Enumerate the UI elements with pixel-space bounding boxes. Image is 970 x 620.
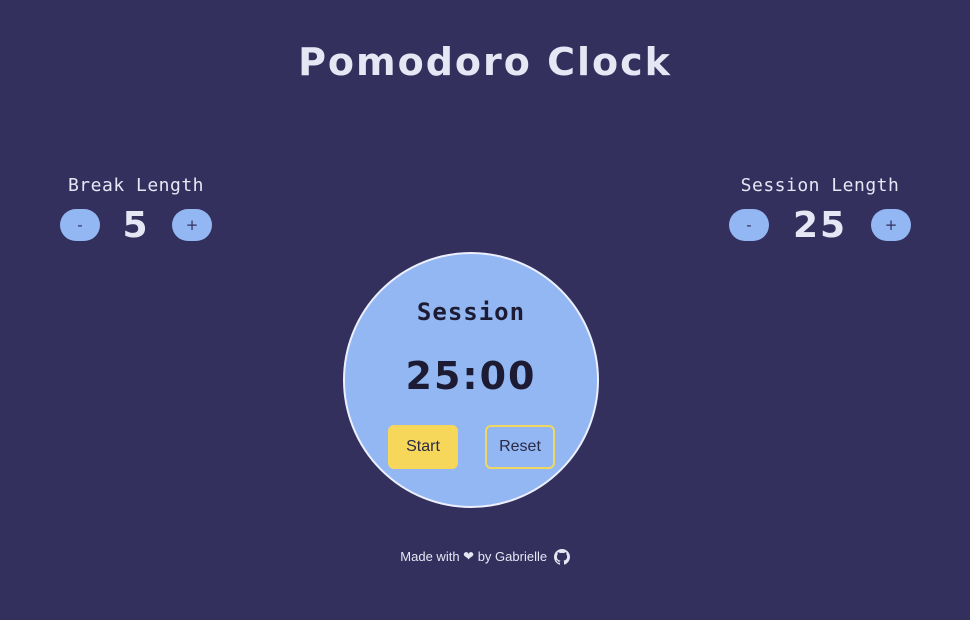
- footer-made-with: Made with: [400, 549, 460, 565]
- break-length-value: 5: [122, 204, 150, 246]
- github-icon[interactable]: [553, 548, 570, 565]
- footer: Made with ❤ by Gabrielle: [0, 548, 970, 565]
- session-length-value: 25: [792, 204, 848, 246]
- session-decrement-button[interactable]: -: [729, 209, 769, 241]
- timer-display: 25:00: [405, 354, 537, 398]
- heart-icon: ❤: [463, 548, 475, 564]
- session-length-label: Session Length: [740, 175, 900, 196]
- page-title: Pomodoro Clock: [298, 40, 672, 84]
- break-decrement-button[interactable]: -: [60, 209, 100, 241]
- pomodoro-page: Pomodoro Clock Break Length - 5 + Sessio…: [0, 0, 970, 620]
- break-length-row: - 5 +: [60, 205, 212, 246]
- session-length-control: Session Length - 25 +: [729, 174, 911, 246]
- timer-circle: Session 25:00 Start Reset: [343, 252, 599, 508]
- start-button[interactable]: Start: [388, 425, 458, 469]
- timer-label: Session: [416, 298, 526, 326]
- session-increment-button[interactable]: +: [870, 209, 911, 241]
- footer-author: by Gabrielle: [477, 549, 548, 565]
- break-length-label: Break Length: [67, 175, 205, 196]
- break-length-control: Break Length - 5 +: [60, 174, 212, 246]
- break-increment-button[interactable]: +: [172, 209, 212, 241]
- session-length-row: - 25 +: [729, 205, 911, 246]
- reset-button[interactable]: Reset: [485, 425, 555, 469]
